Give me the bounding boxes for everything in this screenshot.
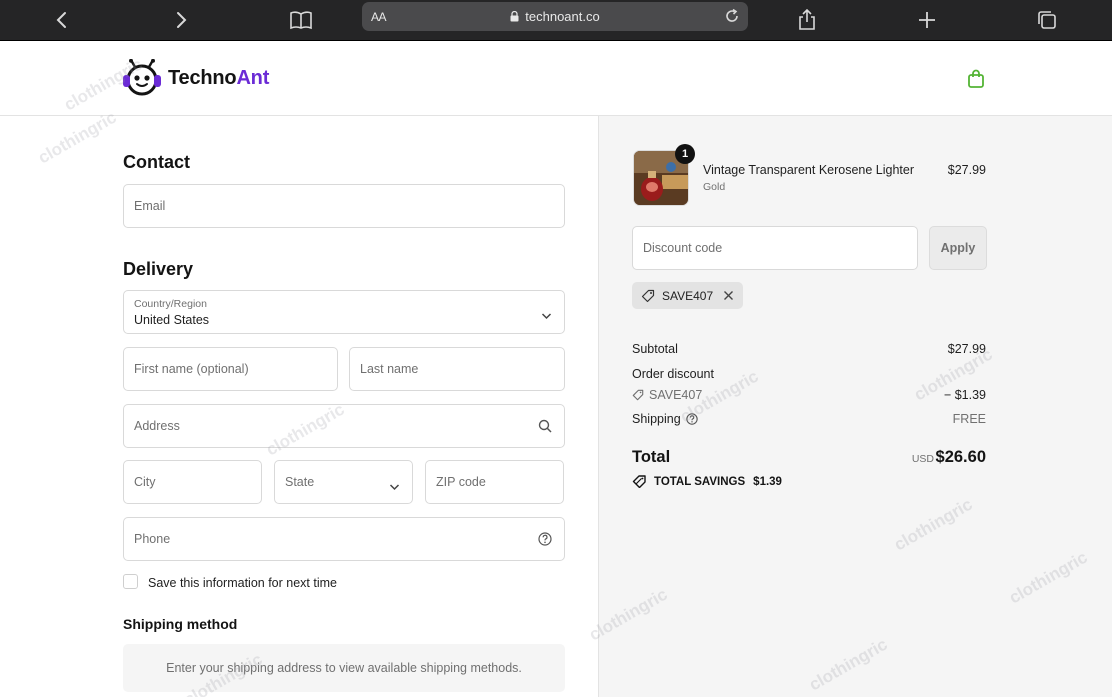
email-field[interactable]: Email [123,184,565,228]
applied-discount-tag: SAVE407 [632,282,744,309]
shipping-method-notice: Enter your shipping address to view avai… [123,644,565,692]
search-icon [538,419,552,438]
shipping-label: Shipping [632,412,698,426]
order-summary: 1 Vintage Transparent Kerosene Lighter G… [598,116,1112,697]
tabs-overview-icon[interactable] [1032,5,1062,35]
savings-tag-icon [632,475,647,488]
address-bar[interactable]: AA technoant.co [362,2,748,31]
back-icon[interactable] [47,5,77,35]
bookmarks-icon[interactable] [286,5,316,35]
tag-icon [641,289,655,303]
city-field[interactable]: City [123,460,262,504]
store-header: TechnoAnt [0,41,1112,116]
forward-icon[interactable] [166,5,196,35]
last-name-field[interactable]: Last name [349,347,565,391]
reload-icon[interactable] [724,8,740,29]
order-discount-code: SAVE407 [632,388,702,402]
share-icon[interactable] [792,5,822,35]
applied-code-text: SAVE407 [662,288,714,303]
url-text: technoant.co [525,9,600,24]
save-info-checkbox[interactable] [123,574,138,589]
checkout-form: Contact Email Delivery Country/Region Un… [0,116,598,697]
new-tab-icon[interactable] [912,5,942,35]
contact-title: Contact [123,152,190,172]
subtotal-value: $27.99 [947,342,986,356]
total-currency: USD [911,453,934,465]
discount-code-input[interactable]: Discount code [632,226,918,270]
country-select[interactable]: Country/Region United States [123,290,565,334]
total-label: Total [632,448,671,466]
total-savings: TOTAL SAVINGS $1.39 [632,475,782,488]
ant-mascot-icon [123,59,161,96]
store-logo[interactable]: TechnoAnt [122,59,269,97]
browser-toolbar: AA technoant.co [0,0,1112,41]
remove-discount-icon[interactable] [723,290,734,301]
address-field[interactable]: Address [123,404,565,448]
cart-button[interactable] [965,68,987,90]
delivery-title: Delivery [123,259,194,279]
shipping-method-title: Shipping method [123,616,238,632]
lock-icon [510,10,519,22]
shopping-bag-icon [968,69,984,88]
first-name-field[interactable]: First name (optional) [123,347,338,391]
store-name: TechnoAnt [168,66,270,89]
apply-discount-button[interactable]: Apply [929,226,987,270]
product-name: Vintage Transparent Kerosene Lighter [703,163,915,177]
total-value: $26.60 [935,448,986,466]
state-select[interactable]: State [274,460,413,504]
help-circle-icon[interactable] [538,532,552,551]
tag-icon [632,389,644,401]
subtotal-label: Subtotal [632,342,678,356]
product-price: $27.99 [947,163,986,177]
shipping-value: FREE [952,412,986,426]
product-variant: Gold [703,181,726,193]
chevron-down-icon [541,307,552,325]
quantity-badge: 1 [675,144,695,164]
chevron-down-icon [389,478,400,496]
phone-field[interactable]: Phone [123,517,565,561]
save-info-label: Save this information for next time [148,576,337,590]
order-discount-label: Order discount [632,367,714,381]
order-discount-value: − $1.39 [943,388,986,402]
zip-code-field[interactable]: ZIP code [425,460,564,504]
help-circle-icon[interactable] [685,413,698,425]
